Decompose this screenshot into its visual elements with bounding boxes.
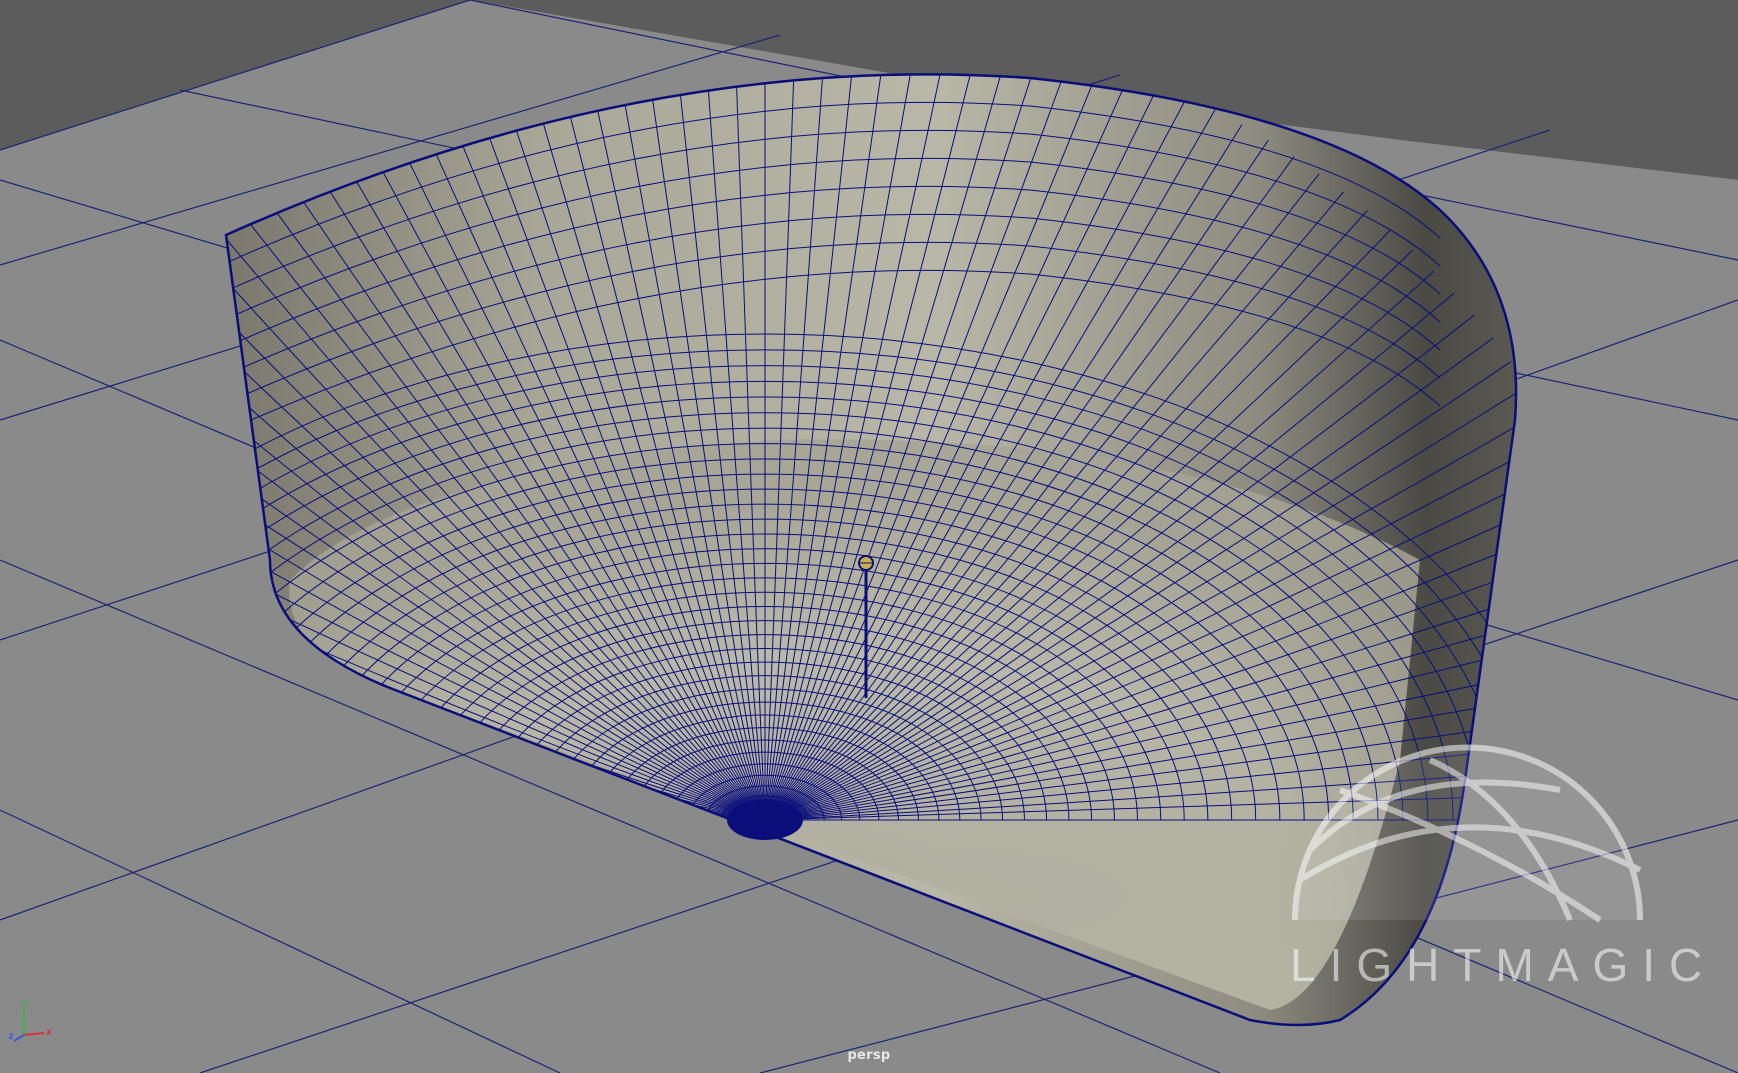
viewport-canvas[interactable] <box>0 0 1738 1073</box>
axis-orientation-gizmo: y x z <box>6 995 56 1045</box>
watermark-logo-text: LIGHTMAGIC <box>1290 939 1717 991</box>
axis-x-label: x <box>46 1027 53 1038</box>
axis-z-label: z <box>8 1031 15 1042</box>
maya-perspective-viewport[interactable]: LIGHTMAGIC y x z persp <box>0 0 1738 1073</box>
axis-y-label: y <box>22 997 29 1008</box>
camera-name-label: persp <box>847 1048 891 1063</box>
